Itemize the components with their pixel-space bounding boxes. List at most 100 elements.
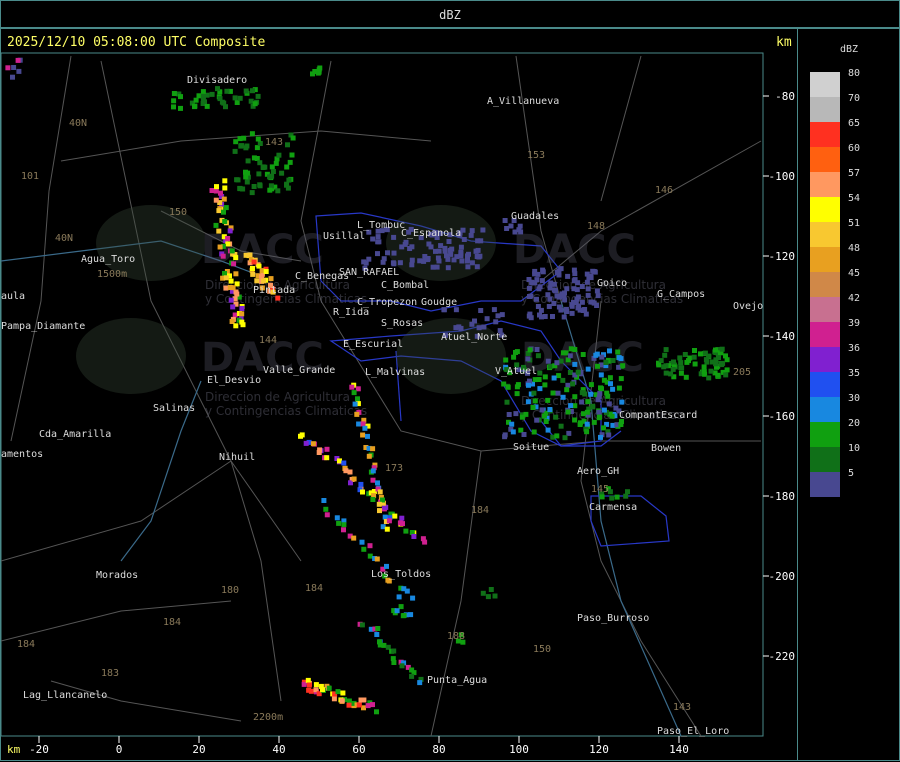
echo-cell — [596, 415, 602, 421]
echo-cell — [598, 434, 603, 440]
echo-cell — [603, 360, 609, 365]
echo-cell — [171, 104, 176, 110]
echo-cell — [228, 297, 234, 303]
echo-cell — [608, 381, 613, 387]
route-label: 184 — [305, 583, 323, 594]
echo-cell — [425, 257, 431, 263]
echo-cell — [249, 190, 255, 196]
route-label: 143 — [673, 702, 691, 713]
place-label: Divisadero — [187, 75, 247, 86]
route-label: 205 — [733, 367, 751, 378]
echo-cell — [409, 244, 415, 250]
echo-cell — [354, 411, 360, 417]
echo-cell — [536, 286, 542, 292]
echo-cell — [255, 136, 261, 142]
echo-cell — [596, 409, 602, 415]
echo-cell — [367, 553, 373, 559]
echo-cell — [540, 267, 546, 273]
echo-cell — [476, 325, 482, 331]
echo-cell — [365, 433, 370, 439]
svg-text:DACC: DACC — [201, 227, 324, 273]
legend-label: 80 — [848, 68, 861, 79]
echo-cell — [570, 381, 576, 387]
echo-cell — [363, 260, 369, 266]
echo-cell — [609, 495, 615, 501]
legend-label: 45 — [848, 268, 861, 279]
echo-cell — [400, 521, 405, 527]
echo-cell — [267, 187, 273, 193]
echo-cell — [402, 241, 408, 247]
legend-label: 10 — [848, 443, 861, 454]
echo-cell — [228, 278, 234, 284]
y-tick-label: -220 — [769, 650, 796, 663]
echo-cell — [305, 677, 311, 683]
echo-cell — [692, 361, 698, 367]
echo-cell — [582, 307, 588, 312]
echo-cell — [503, 357, 509, 363]
echo-cell — [511, 354, 517, 360]
echo-cell — [554, 360, 560, 366]
echo-cell — [513, 411, 519, 417]
legend-label: 39 — [848, 318, 861, 329]
route-label: 150 — [169, 207, 187, 218]
legend-swatch — [810, 147, 840, 172]
route-label: 188 — [447, 631, 465, 642]
echo-cell — [591, 419, 597, 425]
radar-map[interactable]: DACC DACC DACC DACC Direccion de Agricul… — [1, 29, 799, 762]
echo-cell — [360, 421, 366, 427]
echo-cell — [526, 382, 531, 388]
echo-cell — [218, 190, 223, 196]
echo-cell — [579, 390, 585, 396]
echo-cell — [359, 539, 365, 545]
echo-cell — [719, 346, 725, 352]
legend-label: 54 — [848, 193, 861, 204]
echo-cell — [591, 300, 597, 306]
echo-cell — [677, 355, 683, 361]
echo-cell — [340, 690, 346, 696]
echo-cell — [222, 219, 228, 224]
echo-cell — [245, 158, 251, 164]
echo-cell — [588, 391, 594, 397]
echo-cell — [252, 101, 258, 107]
echo-cell — [257, 141, 263, 146]
echo-cell — [200, 89, 206, 95]
x-tick-label: 140 — [669, 743, 689, 756]
echo-cell — [492, 593, 498, 599]
echo-cell — [409, 262, 415, 268]
y-tick-label: -120 — [769, 250, 796, 263]
echo-cell — [310, 441, 316, 447]
echo-cell — [370, 497, 376, 502]
echo-cell — [355, 396, 360, 402]
place-label: Morados — [96, 570, 138, 581]
echo-cell — [539, 314, 544, 320]
echo-cell — [568, 403, 574, 409]
echo-cell — [257, 160, 263, 166]
echo-cell — [555, 390, 561, 396]
legend-swatch — [810, 97, 840, 122]
echo-cell — [308, 688, 314, 694]
echo-cell — [178, 94, 183, 100]
echo-cell — [324, 512, 330, 518]
legend-swatch — [810, 447, 840, 472]
echo-cell — [469, 228, 475, 234]
echo-cell — [545, 292, 551, 298]
echo-cell — [541, 413, 547, 419]
echo-cell — [556, 373, 562, 379]
echo-cell — [374, 709, 379, 715]
echo-cell — [221, 196, 227, 202]
echo-cell — [370, 702, 375, 708]
legend-swatch — [810, 347, 840, 372]
place-label: Usillal — [323, 231, 365, 242]
radar-map-panel[interactable]: DACC DACC DACC DACC Direccion de Agricul… — [0, 28, 798, 761]
echo-cell — [227, 228, 233, 234]
echo-cell — [232, 95, 238, 101]
echo-cell — [391, 261, 397, 267]
echo-cell — [599, 494, 605, 500]
echo-cell — [215, 86, 220, 92]
echo-cell — [360, 432, 366, 438]
svg-text:DACC: DACC — [513, 227, 636, 273]
echo-cell — [243, 145, 249, 151]
y-tick-label: -160 — [769, 410, 796, 423]
echo-cell — [545, 397, 551, 403]
echo-cell — [502, 434, 508, 440]
